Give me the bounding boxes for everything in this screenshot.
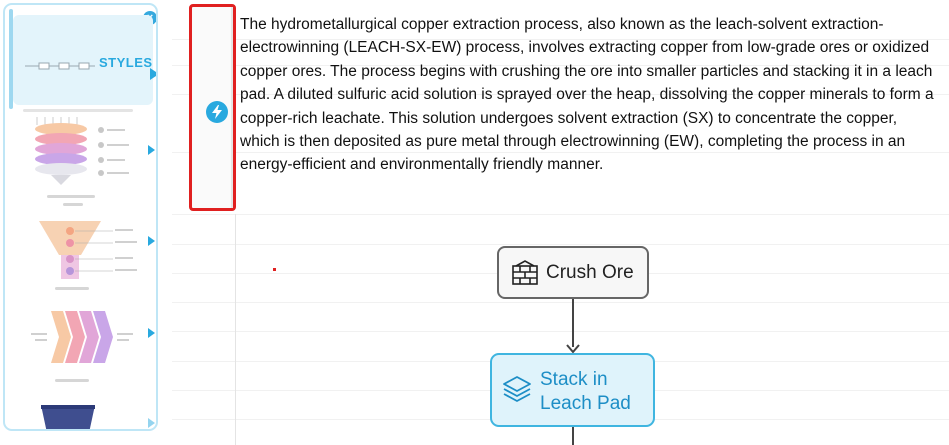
caption-placeholder [55, 287, 89, 290]
divider [23, 109, 133, 112]
funnel-thumbnail-icon [39, 221, 137, 279]
style-thumbnail-chevrons[interactable] [17, 303, 142, 378]
brick-wall-icon [512, 260, 538, 285]
node-label: Crush Ore [546, 262, 634, 283]
play-arrow-icon [150, 68, 156, 80]
document-margin-line [235, 214, 236, 445]
stacked-layers-thumbnail-icon [35, 117, 129, 185]
body-paragraph[interactable]: The hydrometallurgical copper extraction… [240, 13, 940, 177]
layers-stack-icon [503, 376, 531, 402]
styles-panel: × STYLES [3, 3, 158, 431]
chevron-process-thumbnail-icon [31, 311, 133, 363]
styles-label: STYLES [99, 55, 153, 70]
play-arrow-icon[interactable] [148, 418, 155, 428]
styles-button[interactable]: STYLES [13, 15, 156, 105]
play-arrow-icon[interactable] [148, 236, 155, 246]
selected-row-toolbar[interactable] [189, 4, 236, 211]
strip-divider [231, 7, 233, 208]
node-label: Stack in Leach Pad [540, 369, 631, 414]
caption-placeholder [55, 379, 89, 382]
style-thumbnail-layers[interactable] [17, 117, 142, 202]
caption-placeholder [47, 195, 95, 198]
caption-placeholder [63, 203, 83, 206]
flow-connector [572, 427, 574, 445]
style-thumbnail-pyramid[interactable] [17, 403, 142, 429]
mini-flow-icon [25, 62, 95, 70]
pyramid-thumbnail-icon [41, 405, 95, 429]
play-arrow-icon[interactable] [148, 328, 155, 338]
flow-node-crush-ore[interactable]: Crush Ore [497, 246, 649, 299]
lightning-bolt-icon[interactable] [206, 101, 228, 123]
play-arrow-icon[interactable] [148, 145, 155, 155]
flow-connector [572, 299, 574, 347]
flow-node-stack-leach-pad[interactable]: Stack in Leach Pad [490, 353, 655, 427]
cursor-marker [273, 268, 276, 271]
